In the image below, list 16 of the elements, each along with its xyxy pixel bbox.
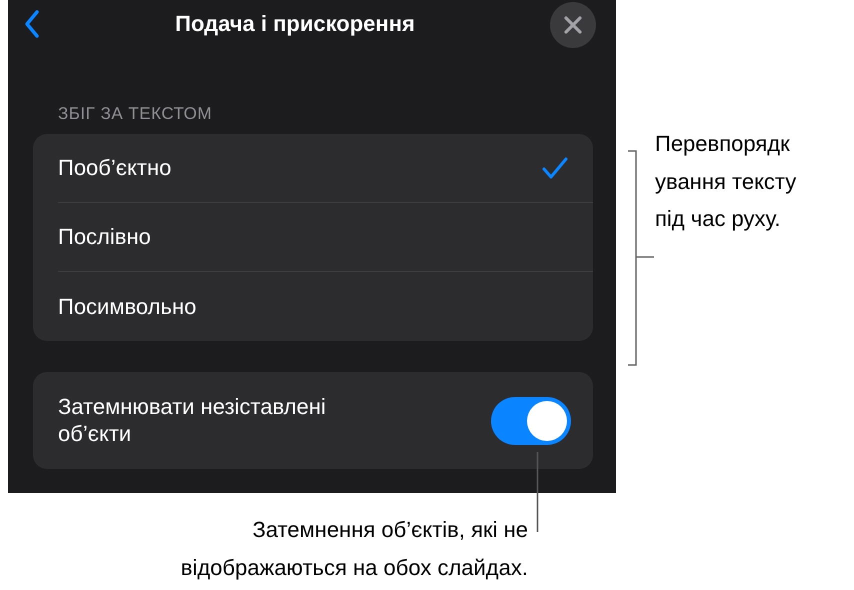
option-label: Пооб’єктно [58,155,172,181]
toggle-switch[interactable] [491,396,571,444]
toggle-label: Затемнювати незіставлені об’єкти [58,394,327,447]
option-row[interactable]: Пооб’єктно [58,134,593,203]
option-row[interactable]: Посимвольно [58,272,593,341]
close-icon [564,16,582,34]
option-label: Послівно [58,224,151,250]
back-icon [24,9,40,39]
option-row[interactable]: Послівно [58,203,593,272]
back-button[interactable] [24,9,40,39]
panel-title: Подача і прискорення [175,11,415,37]
callout-text: Перевпорядк ування тексту під час руху. [655,130,796,234]
option-label: Посимвольно [58,294,196,320]
section-heading: ЗБІГ ЗА ТЕКСТОМ [58,104,214,124]
close-button[interactable] [550,2,596,48]
callout-text: Затемнення об’єктів, які не відображаються на обох слайдах. [180,516,528,582]
